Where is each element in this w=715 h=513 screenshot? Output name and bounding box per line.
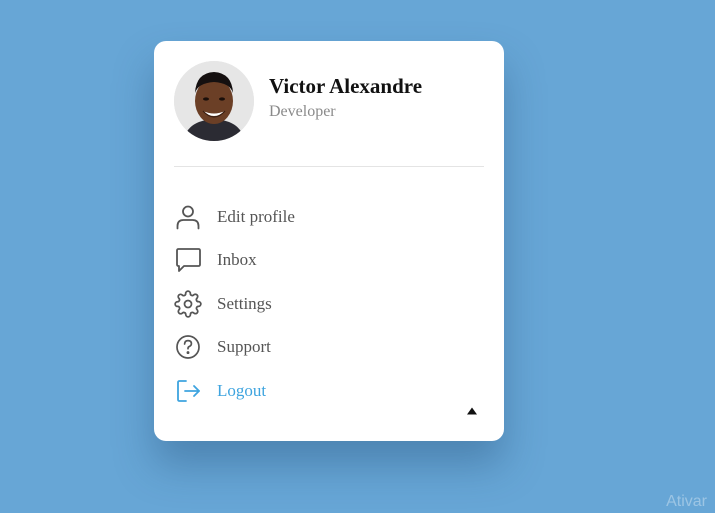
menu-item-edit-profile[interactable]: Edit profile [174, 195, 474, 239]
activation-watermark: Ativar [666, 493, 707, 510]
menu-item-settings[interactable]: Settings [174, 282, 474, 326]
menu-item-logout[interactable]: Logout [174, 369, 474, 413]
menu-item-label: Inbox [217, 250, 257, 270]
user-role: Developer [269, 103, 336, 120]
menu-item-label: Edit profile [217, 206, 295, 226]
chat-icon [174, 246, 202, 274]
menu-item-label: Logout [217, 380, 267, 400]
logout-icon [174, 377, 202, 405]
menu-item-inbox[interactable]: Inbox [174, 239, 474, 283]
user-icon [174, 203, 202, 231]
profile-text: Victor Alexandre Developer [269, 73, 422, 123]
menu-item-support[interactable]: Support [174, 326, 474, 370]
user-name: Victor Alexandre [269, 74, 423, 98]
profile-menu: Edit profile Inbox Settings Support Logo… [174, 195, 474, 413]
caret-up-icon[interactable] [466, 403, 478, 415]
profile-dropdown-card: Victor Alexandre Developer Edit profile … [154, 41, 504, 441]
menu-item-label: Support [217, 337, 271, 357]
help-circle-icon [174, 333, 202, 361]
avatar [174, 61, 254, 141]
divider [174, 166, 484, 167]
profile-header: Victor Alexandre Developer [174, 61, 422, 141]
gear-icon [174, 290, 202, 318]
menu-item-label: Settings [217, 293, 272, 313]
